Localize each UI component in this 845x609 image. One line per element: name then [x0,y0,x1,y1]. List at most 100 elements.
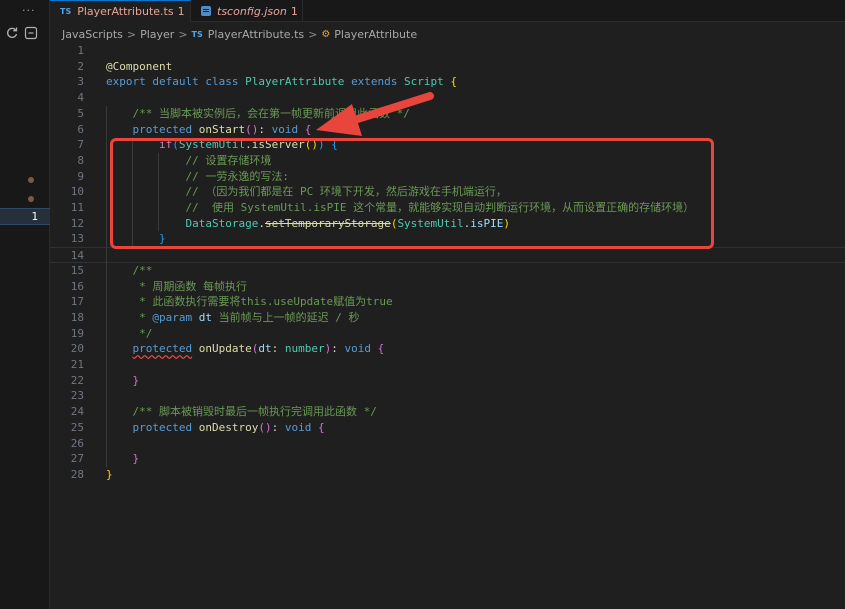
code-token: : [331,342,345,356]
activity-strip: ··· 1 [0,0,50,609]
code-line[interactable]: 14 [50,247,845,263]
code-token: : [271,420,285,434]
line-number: 28 [70,467,84,481]
indent-guide [106,105,107,467]
breadcrumb-item[interactable]: JavaScripts [62,28,123,41]
line-number: 26 [70,436,84,450]
code-line[interactable]: 26 [50,436,845,452]
chevron-right-icon: > [178,27,188,41]
code-line[interactable]: 28} [50,467,845,483]
current-line-indicator: 1 [0,208,50,225]
code-line[interactable]: 4 [50,90,845,106]
code-line[interactable]: 16 * 周期函数 每帧执行 [50,279,845,295]
code-line[interactable]: 25 protected onDestroy(): void { [50,420,845,436]
code-token: @Component [106,59,173,73]
code-token: () [245,122,259,136]
code-text: * 此函数执行需要将this.useUpdate赋值为true [106,294,393,310]
code-line[interactable]: 15 /** [50,263,845,279]
code-line[interactable]: 17 * 此函数执行需要将this.useUpdate赋值为true [50,294,845,310]
code-line[interactable]: 24 /** 脚本被销毁时最后一帧执行完调用此函数 */ [50,404,845,420]
code-line[interactable]: 18 * @param dt 当前帧与上一帧的延迟 / 秒 [50,310,845,326]
problem-count: 1 [177,5,185,18]
code-text: protected onDestroy(): void { [106,420,325,436]
more-actions-icon[interactable]: ··· [22,4,36,17]
code-token: protected [132,122,199,136]
chevron-right-icon: > [308,27,318,41]
breakpoint-dot [28,196,34,202]
breadcrumb: JavaScripts > Player > TS PlayerAttribut… [62,27,417,41]
line-number: 2 [77,59,84,73]
line-number: 5 [77,106,84,120]
code-token: { [450,75,458,89]
code-token: /** 脚本被销毁时最后一帧执行完调用此函数 */ [106,405,377,419]
tab-tsconfig-json[interactable]: tsconfig.json 1 [191,0,303,22]
code-token: onStart [198,122,246,136]
code-text: * @param dt 当前帧与上一帧的延迟 / 秒 [106,310,359,326]
problem-count: 1 [290,4,298,18]
code-line[interactable]: 21 [50,357,845,373]
code-line[interactable]: 22 } [50,373,845,389]
code-token: 当前帧与上一帧的延迟 / 秒 [218,310,360,324]
code-token: extends [351,75,405,89]
code-token: } [132,373,140,387]
code-line[interactable]: 1 [50,43,845,59]
code-line[interactable]: 23 [50,388,845,404]
current-line-number: 1 [31,210,38,223]
highlight-box [110,138,714,249]
code-token: () [258,420,272,434]
code-token: * 此函数执行需要将this.useUpdate赋值为true [106,295,393,309]
code-token: protected [132,420,199,434]
code-line[interactable]: 19 */ [50,326,845,342]
chevron-right-icon: > [126,27,137,41]
code-token: Script [404,75,451,89]
line-number: 10 [70,185,84,199]
class-symbol-icon: ⚙ [321,28,331,40]
code-token: { [377,342,385,356]
code-line[interactable]: 20 protected onUpdate(dt: number): void … [50,341,845,357]
tab-title: tsconfig.json [217,4,287,18]
line-number: 9 [77,169,84,183]
line-number: 4 [77,91,84,105]
code-text: @Component [106,59,172,75]
line-number: 20 [70,342,84,356]
code-text: } [106,467,113,483]
code-text: /** 当脚本被实例后，会在第一帧更新前调用此函数 */ [106,106,409,122]
code-line[interactable]: 3 export default class PlayerAttribute ex… [50,74,845,90]
code-token: dt [258,342,272,356]
line-number: 22 [70,373,84,387]
line-number: 24 [70,405,84,419]
code-token: { [304,122,312,136]
code-token: PlayerAttribute [245,75,352,89]
line-number: 27 [70,452,84,466]
code-token: void [284,420,318,434]
breadcrumb-item[interactable]: PlayerAttribute.ts [208,28,304,41]
code-text: * 周期函数 每帧执行 [106,279,247,295]
line-number: 12 [70,216,84,230]
code-token: class [205,75,246,89]
strip-toolbar [0,22,50,44]
line-number: 21 [70,358,84,371]
code-text: */ [106,326,152,342]
code-text: /** 脚本被销毁时最后一帧执行完调用此函数 */ [106,404,377,420]
collapse-icon[interactable] [24,26,38,40]
code-line[interactable]: 2 @Component [50,59,845,75]
code-line[interactable]: 5 /** 当脚本被实例后，会在第一帧更新前调用此函数 */ [50,106,845,122]
line-number: 25 [70,420,84,434]
code-line[interactable]: 27 } [50,451,845,467]
refresh-icon[interactable] [5,26,19,40]
tab-playerattribute-ts[interactable]: TS PlayerAttribute.ts 1 [50,0,191,22]
code-token: onUpdate [198,342,252,356]
tab-bar: TS PlayerAttribute.ts 1 tsconfig.json 1 [50,0,845,22]
line-number: 3 [77,75,84,89]
breadcrumb-item[interactable]: Player [140,28,174,41]
line-number: 11 [70,201,84,214]
code-token: * [106,310,153,324]
breadcrumb-item[interactable]: PlayerAttribute [334,28,417,41]
code-text: /** [106,263,152,279]
code-token: export [106,75,153,89]
code-editor[interactable]: 1 2 @Component 3 export default class Player… [50,43,845,609]
code-token: @param [152,310,199,324]
code-line[interactable]: 6 protected onStart(): void { [50,122,845,138]
